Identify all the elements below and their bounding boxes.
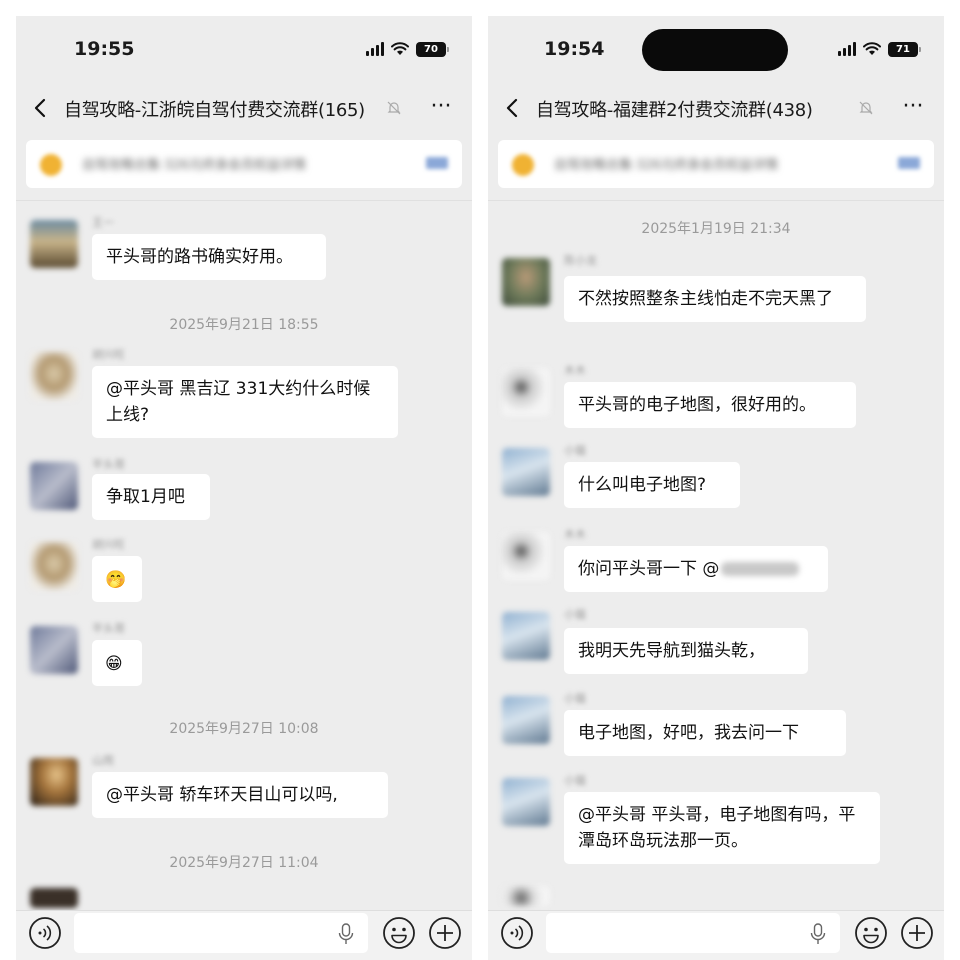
avatar[interactable] [30, 462, 78, 510]
status-bar: 19:55 70 [16, 16, 472, 84]
timestamp: 2025年9月27日 10:08 [169, 721, 319, 737]
dynamic-island [642, 29, 788, 71]
pinned-text: 自驾攻略合集·326元终身会员权益详情 [82, 158, 306, 173]
status-icons: 71 [838, 40, 921, 58]
sender-name: 胡兴旺 [92, 348, 125, 361]
chat-screen-right: 19:54 71 自驾攻略-福建群2付费交流群(438) ··· 自驾攻略合集·… [488, 16, 944, 960]
emoji-icon[interactable] [382, 916, 416, 950]
plus-icon[interactable] [428, 916, 462, 950]
message-bubble[interactable]: 争取1月吧 [92, 474, 210, 520]
bell-mute-icon [859, 101, 873, 115]
plus-icon[interactable] [900, 916, 934, 950]
battery-icon: 70 [416, 41, 449, 57]
sender-name: 山雨 [92, 754, 114, 767]
avatar[interactable] [502, 532, 550, 580]
announcement-icon [40, 154, 62, 176]
message-bubble[interactable]: 你问平头哥一下 @ [564, 546, 828, 592]
emoji-icon[interactable] [854, 916, 888, 950]
battery-icon: 71 [888, 41, 921, 57]
message-bubble[interactable]: 什么叫电子地图? [564, 462, 740, 508]
status-bar: 19:54 71 [488, 16, 944, 84]
avatar[interactable] [30, 352, 78, 400]
sender-name: 胡兴旺 [92, 538, 125, 551]
avatar[interactable] [502, 368, 550, 416]
avatar[interactable] [30, 542, 78, 590]
input-bar [16, 910, 472, 960]
chat-header: 自驾攻略-江浙皖自驾付费交流群(165) ··· [16, 84, 472, 132]
chat-title: 自驾攻略-江浙皖自驾付费交流群(165) [64, 100, 365, 121]
wifi-icon [391, 42, 409, 55]
input-bar [488, 910, 944, 960]
avatar[interactable] [30, 626, 78, 674]
voice-icon[interactable] [28, 916, 62, 950]
message-bubble[interactable]: 电子地图，好吧，我去问一下 [564, 710, 846, 756]
sender-name: 小猫 [564, 774, 586, 787]
message-bubble[interactable]: 平头哥的路书确实好用。 [92, 234, 326, 280]
timestamp: 2025年9月27日 11:04 [169, 855, 319, 871]
mic-icon[interactable] [338, 923, 354, 945]
sender-name: 平头哥 [92, 622, 125, 635]
avatar[interactable] [30, 888, 78, 908]
avatar[interactable] [502, 612, 550, 660]
avatar[interactable] [502, 448, 550, 496]
wifi-icon [863, 42, 881, 55]
sender-name: 陈小龙 [564, 254, 597, 267]
timestamp: 2025年9月21日 18:55 [169, 317, 319, 333]
sender-name: 小猫 [564, 608, 586, 621]
message-bubble-emoji[interactable]: 🤭 [92, 556, 142, 602]
more-icon[interactable]: ··· [428, 96, 454, 120]
voice-icon[interactable] [500, 916, 534, 950]
message-bubble[interactable]: @平头哥 平头哥，电子地图有吗，平潭岛环岛玩法那一页。 [564, 792, 880, 864]
message-bubble[interactable]: 平头哥的电子地图，很好用的。 [564, 382, 856, 428]
message-bubble-emoji[interactable]: 😁 [92, 640, 142, 686]
pinned-tag [898, 157, 920, 169]
avatar[interactable] [30, 220, 78, 268]
sender-name: 小猫 [564, 444, 586, 457]
pinned-notice[interactable]: 自驾攻略合集·326元终身会员权益详情 [498, 140, 934, 188]
chat-title: 自驾攻略-福建群2付费交流群(438) [536, 100, 813, 121]
chevron-left-icon[interactable] [30, 96, 52, 120]
message-text: 你问平头哥一下 @ [578, 559, 720, 579]
sender-name: 王一 [92, 216, 114, 229]
mention-handle [721, 562, 800, 576]
pinned-tag [426, 157, 448, 169]
signal-icon [838, 42, 856, 56]
avatar[interactable] [502, 886, 550, 906]
status-time: 19:54 [544, 38, 605, 60]
timestamp: 2025年1月19日 21:34 [641, 221, 791, 237]
sender-name: 木木 [564, 364, 586, 377]
sender-name: 木木 [564, 528, 586, 541]
emoji-sticker: 😁 [105, 654, 123, 674]
emoji-sticker: 🤭 [105, 570, 127, 590]
message-bubble[interactable]: @平头哥 轿车环天目山可以吗, [92, 772, 388, 818]
sender-name: 平头哥 [92, 458, 125, 471]
pinned-notice[interactable]: 自驾攻略合集·326元终身会员权益详情 [26, 140, 462, 188]
divider [488, 200, 944, 201]
message-bubble[interactable]: 不然按照整条主线怕走不完天黑了 [564, 276, 866, 322]
bell-mute-icon [387, 101, 401, 115]
sender-name: 小猫 [564, 692, 586, 705]
chat-screen-left: 19:55 70 自驾攻略-江浙皖自驾付费交流群(165) ··· 自驾攻略合集… [16, 16, 472, 960]
message-bubble[interactable]: 我明天先导航到猫头乾， [564, 628, 808, 674]
status-icons: 70 [366, 40, 449, 58]
mic-icon[interactable] [810, 923, 826, 945]
message-input[interactable] [546, 913, 840, 953]
announcement-icon [512, 154, 534, 176]
avatar[interactable] [502, 696, 550, 744]
message-input[interactable] [74, 913, 368, 953]
message-bubble[interactable]: @平头哥 黑吉辽 331大约什么时候上线? [92, 366, 398, 438]
chevron-left-icon[interactable] [502, 96, 524, 120]
divider [16, 200, 472, 201]
pinned-text: 自驾攻略合集·326元终身会员权益详情 [554, 158, 778, 173]
avatar[interactable] [502, 778, 550, 826]
signal-icon [366, 42, 384, 56]
avatar[interactable] [30, 758, 78, 806]
avatar[interactable] [502, 258, 550, 306]
more-icon[interactable]: ··· [900, 96, 926, 120]
status-time: 19:55 [74, 38, 135, 60]
chat-header: 自驾攻略-福建群2付费交流群(438) ··· [488, 84, 944, 132]
